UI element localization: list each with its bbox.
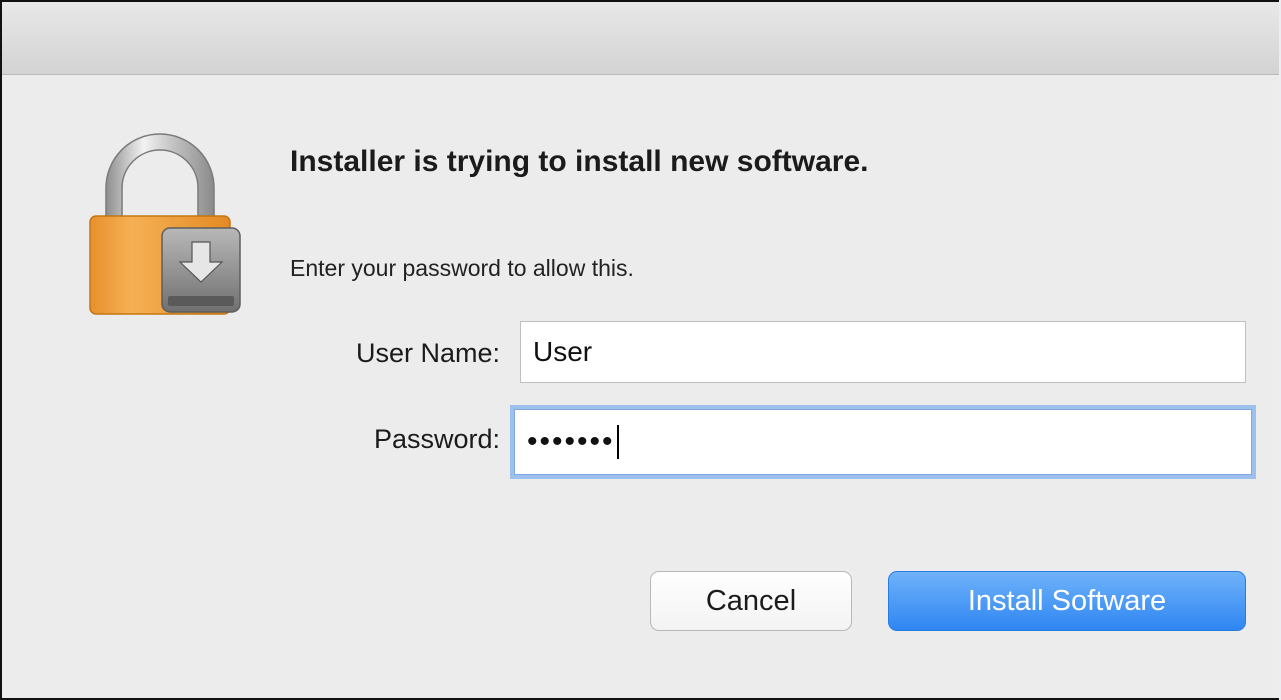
cancel-button[interactable]: Cancel xyxy=(650,571,852,631)
username-label: User Name: xyxy=(355,338,500,368)
password-value: ••••••• xyxy=(527,425,615,458)
dialog-titlebar xyxy=(2,2,1279,75)
dialog-message: Enter your password to allow this. xyxy=(290,255,634,281)
username-field[interactable]: User xyxy=(520,321,1246,383)
username-value: User xyxy=(533,336,593,367)
password-field[interactable]: ••••••• xyxy=(514,409,1252,475)
lock-installer-icon xyxy=(84,130,242,316)
auth-dialog: Installer is trying to install new softw… xyxy=(0,0,1279,700)
dialog-title: Installer is trying to install new softw… xyxy=(290,145,869,178)
password-label: Password: xyxy=(373,424,500,454)
text-caret xyxy=(616,425,619,459)
install-software-button[interactable]: Install Software xyxy=(888,571,1246,631)
